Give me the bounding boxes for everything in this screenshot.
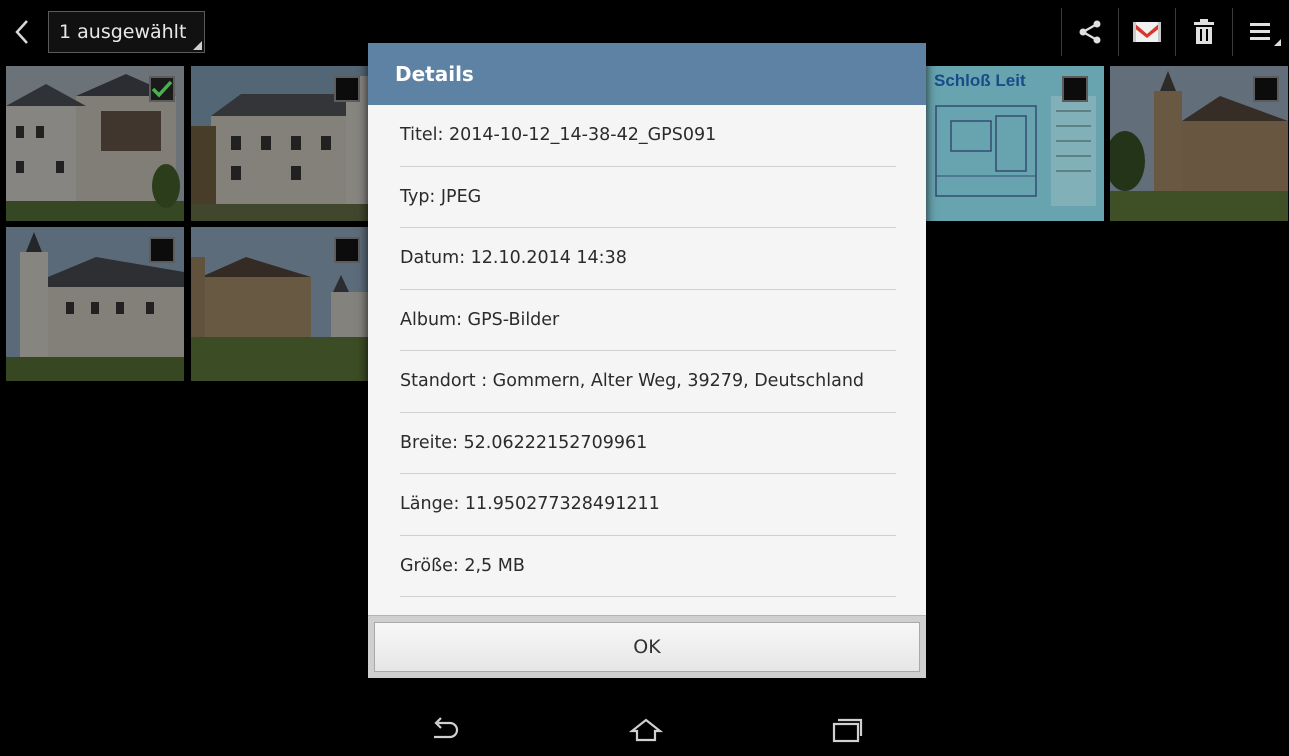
delete-icon xyxy=(1194,19,1214,44)
selection-checkbox[interactable] xyxy=(1062,76,1088,102)
selection-dropdown[interactable]: 1 ausgewählt xyxy=(48,11,206,53)
detail-list: Titel: 2014-10-12_14-38-42_GPS091 Typ: J… xyxy=(400,105,896,597)
detail-latitude-row: Breite: 52.06222152709961 xyxy=(400,413,896,474)
share-button[interactable] xyxy=(1061,8,1118,56)
photo-thumbnail[interactable] xyxy=(1110,66,1288,221)
photo-thumbnail[interactable]: Schloß Leit xyxy=(926,66,1104,221)
action-buttons xyxy=(1061,8,1289,56)
details-dialog: Details Titel: 2014-10-12_14-38-42_GPS09… xyxy=(368,43,926,678)
selection-checkbox[interactable] xyxy=(334,76,360,102)
menu-icon xyxy=(1250,23,1270,40)
dialog-title: Details xyxy=(395,62,474,86)
detail-title-row: Titel: 2014-10-12_14-38-42_GPS091 xyxy=(400,105,896,167)
detail-size-row: Größe: 2,5 MB xyxy=(400,536,896,597)
ok-button[interactable]: OK xyxy=(374,622,920,672)
detail-album-row: Album: GPS-Bilder xyxy=(400,290,896,351)
photo-thumbnail[interactable] xyxy=(191,66,369,221)
photo-thumbnail[interactable] xyxy=(6,66,184,221)
detail-date-row: Datum: 12.10.2014 14:38 xyxy=(400,228,896,290)
overflow-corner-icon xyxy=(1274,39,1281,46)
recent-apps-icon xyxy=(832,718,863,743)
gmail-icon xyxy=(1133,22,1161,42)
back-icon xyxy=(15,20,28,44)
selection-count-label: 1 ausgewählt xyxy=(59,21,187,43)
detail-type-row: Typ: JPEG xyxy=(400,167,896,228)
photo-thumbnail[interactable] xyxy=(191,227,369,381)
back-button[interactable] xyxy=(4,10,40,54)
menu-button[interactable] xyxy=(1232,8,1289,56)
delete-button[interactable] xyxy=(1175,8,1232,56)
selection-checkbox[interactable] xyxy=(1253,76,1279,102)
selection-checkbox[interactable] xyxy=(334,237,360,263)
dialog-header: Details xyxy=(368,43,926,105)
dialog-footer: OK xyxy=(368,615,926,678)
detail-location-row: Standort : Gommern, Alter Weg, 39279, De… xyxy=(400,351,896,413)
detail-longitude-row: Länge: 11.950277328491211 xyxy=(400,474,896,536)
nav-recent-apps-button[interactable] xyxy=(817,710,877,750)
navigation-bar xyxy=(0,700,1289,756)
gmail-button[interactable] xyxy=(1118,8,1175,56)
share-icon xyxy=(1079,20,1101,44)
home-icon xyxy=(628,718,664,742)
back-nav-icon xyxy=(434,717,459,739)
selection-checkbox[interactable] xyxy=(149,237,175,263)
photo-thumbnail[interactable] xyxy=(6,227,184,381)
nav-home-button[interactable] xyxy=(616,710,676,750)
nav-back-button[interactable] xyxy=(415,710,475,750)
dropdown-corner-icon xyxy=(193,41,203,50)
checkmark-icon xyxy=(151,80,173,98)
selection-checkbox[interactable] xyxy=(149,76,175,102)
